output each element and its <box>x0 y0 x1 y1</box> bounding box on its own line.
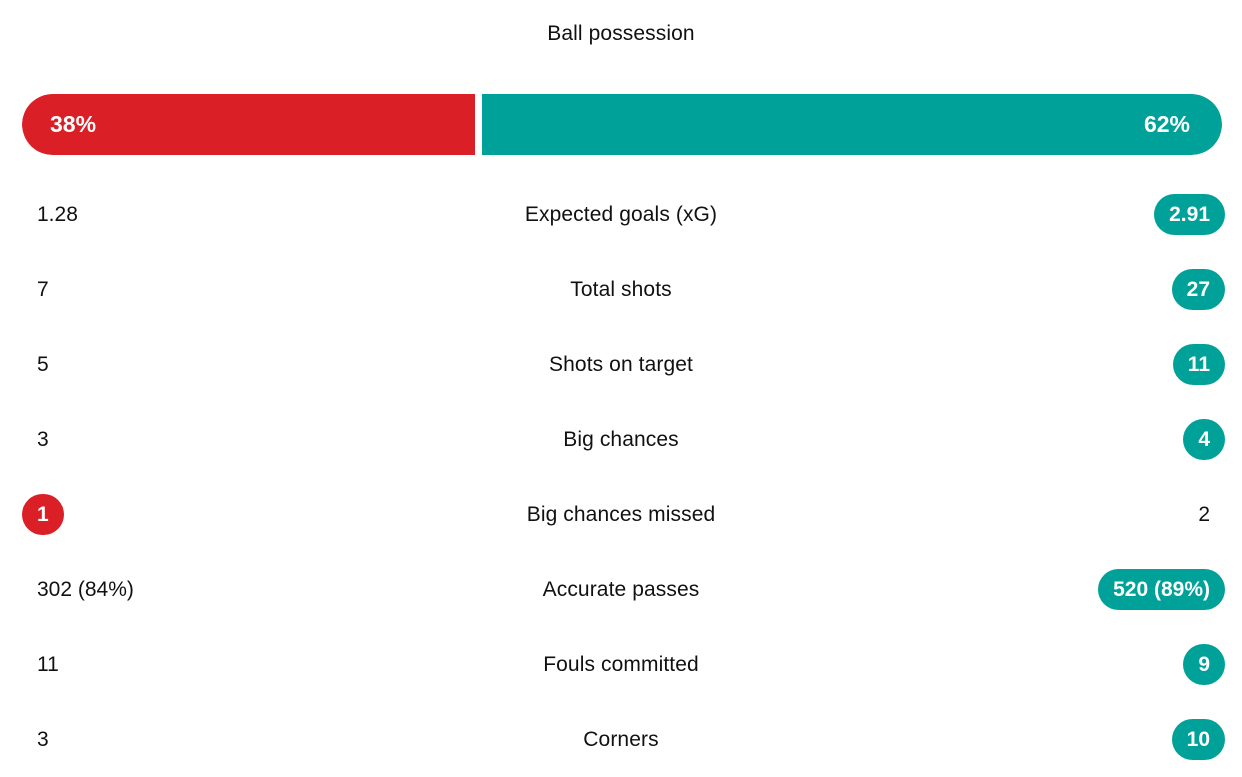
stat-row: 5 Shots on target 11 <box>0 327 1242 402</box>
stat-home-value: 1 <box>22 494 64 535</box>
stat-away-value: 11 <box>1172 344 1225 385</box>
stat-away-value: 2.91 <box>1154 194 1225 235</box>
possession-bar: 38% 62% <box>22 94 1222 155</box>
stat-label: Big chances missed <box>526 502 716 526</box>
stat-home-value-container: 11 <box>22 627 74 702</box>
stat-label: Shots on target <box>549 352 693 376</box>
possession-title: Ball possession <box>547 22 695 45</box>
stat-away-value-container: 27 <box>1171 252 1225 327</box>
stat-home-value: 11 <box>37 653 59 676</box>
stat-label: Fouls committed <box>543 652 699 676</box>
stat-row: 3 Corners 10 <box>0 702 1242 777</box>
stat-row: 1.28 Expected goals (xG) 2.91 <box>0 177 1242 252</box>
stat-row: 7 Total shots 27 <box>0 252 1242 327</box>
stat-away-value: 10 <box>1171 719 1225 760</box>
stat-away-value-container: 10 <box>1171 702 1225 777</box>
stat-home-value: 7 <box>37 278 49 301</box>
possession-away-value: 62% <box>1143 111 1190 137</box>
stat-row: 3 Big chances 4 <box>0 402 1242 477</box>
stat-label: Big chances <box>563 427 679 451</box>
stat-home-value: 5 <box>37 353 49 376</box>
stat-home-value-container: 1 <box>22 477 64 552</box>
stat-home-value-container: 3 <box>22 402 64 477</box>
stat-away-value-container: 2.91 <box>1154 177 1225 252</box>
stat-away-value: 4 <box>1183 419 1225 460</box>
stat-away-value-container: 9 <box>1183 627 1225 702</box>
stat-home-value-container: 302 (84%) <box>22 552 149 627</box>
stat-away-value: 27 <box>1171 269 1225 310</box>
stat-home-value-container: 1.28 <box>22 177 93 252</box>
stat-away-value: 9 <box>1183 644 1225 685</box>
stat-row: 1 Big chances missed 2 <box>0 477 1242 552</box>
stat-away-value-container: 4 <box>1183 402 1225 477</box>
ball-possession-block: Ball possession 38% 62% <box>0 0 1242 155</box>
match-statistics-panel: { "colors": { "home": "#da1f27", "away":… <box>0 0 1242 773</box>
possession-bar-away-segment: 62% <box>482 94 1222 155</box>
stat-home-value-container: 5 <box>22 327 64 402</box>
stat-away-value: 2 <box>1198 503 1210 526</box>
stat-home-value-container: 3 <box>22 702 64 777</box>
stat-label: Total shots <box>570 277 672 301</box>
stat-away-value-container: 11 <box>1172 327 1225 402</box>
stat-home-value: 3 <box>37 728 49 751</box>
stat-away-value-container: 520 (89%) <box>1098 552 1225 627</box>
statistics-list: 1.28 Expected goals (xG) 2.91 7 Total shots 2… <box>0 177 1242 777</box>
stat-label: Accurate passes <box>542 577 700 601</box>
stat-label: Expected goals (xG) <box>524 202 718 226</box>
stat-home-value: 1.28 <box>37 203 78 226</box>
stat-home-value-container: 7 <box>22 252 64 327</box>
possession-bar-home-segment: 38% <box>22 94 475 155</box>
stat-away-value: 520 (89%) <box>1098 569 1225 610</box>
stat-away-value-container: 2 <box>1183 477 1225 552</box>
possession-bar-divider <box>475 94 482 155</box>
stat-home-value: 302 (84%) <box>37 578 134 601</box>
stat-row: 11 Fouls committed 9 <box>0 627 1242 702</box>
stat-row: 302 (84%) Accurate passes 520 (89%) <box>0 552 1242 627</box>
stat-label: Corners <box>583 727 659 751</box>
possession-home-value: 38% <box>50 111 97 137</box>
stat-home-value: 3 <box>37 428 49 451</box>
